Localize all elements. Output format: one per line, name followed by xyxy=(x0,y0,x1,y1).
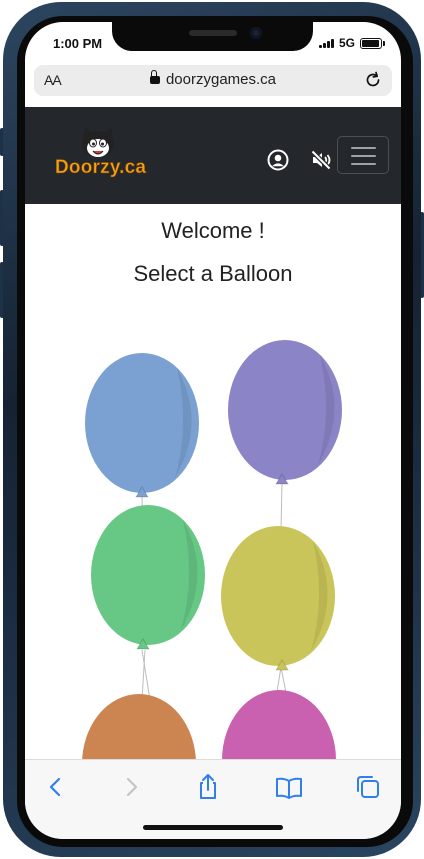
home-indicator[interactable] xyxy=(143,825,283,830)
phone-frame: 1:00 PM 5G AA doorzygames.ca Doorzy.ca W… xyxy=(0,0,424,859)
balloon-yellow[interactable] xyxy=(221,526,335,671)
bookmarks-icon[interactable] xyxy=(274,772,304,802)
balloon-green[interactable] xyxy=(91,505,205,650)
balloon-field xyxy=(82,340,342,834)
share-icon[interactable] xyxy=(193,772,223,802)
balloon-purple[interactable] xyxy=(228,340,342,485)
forward-icon[interactable] xyxy=(116,772,146,802)
balloon-blue[interactable] xyxy=(85,353,199,498)
tabs-icon[interactable] xyxy=(353,772,383,802)
screen: 1:00 PM 5G AA doorzygames.ca Doorzy.ca W… xyxy=(25,22,401,839)
back-icon[interactable] xyxy=(41,772,71,802)
